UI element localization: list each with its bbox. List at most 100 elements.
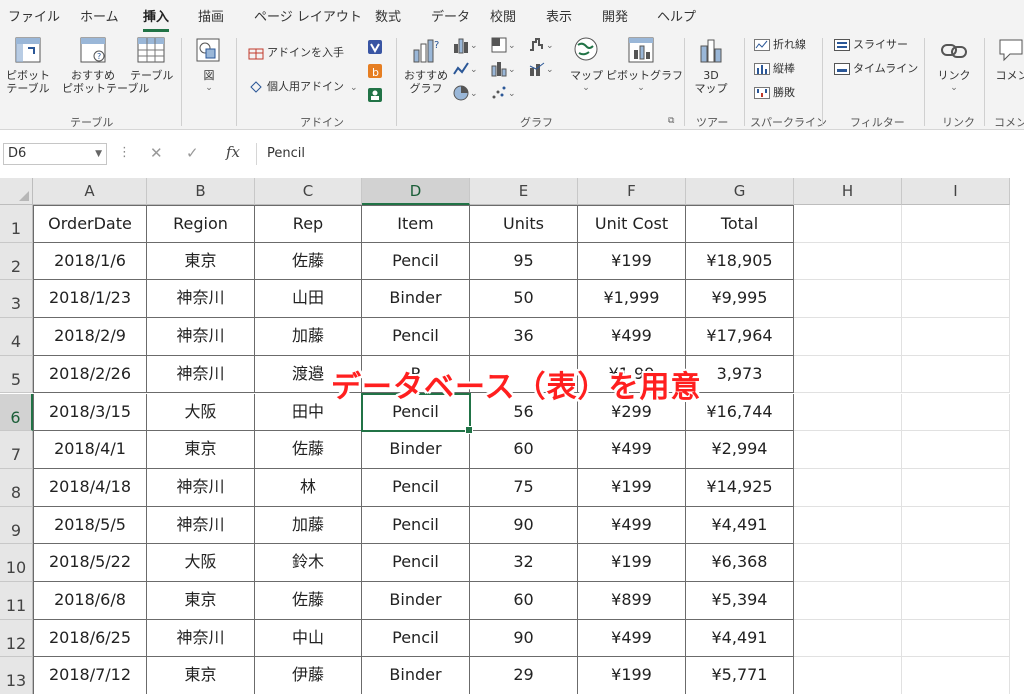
row-header-13[interactable]: 13 xyxy=(0,657,33,694)
cell-H8[interactable] xyxy=(794,468,902,507)
cell-A3[interactable]: 2018/1/23 xyxy=(33,280,147,319)
cell-B11[interactable]: 東京 xyxy=(147,582,255,620)
cell-I5[interactable] xyxy=(902,355,1010,394)
statistic-chart-icon[interactable]: ⌄ xyxy=(490,60,516,80)
column-header-B[interactable]: B xyxy=(147,178,255,205)
cell-G8[interactable]: ¥14,925 xyxy=(686,468,794,507)
column-header-C[interactable]: C xyxy=(255,178,362,205)
cell-C13[interactable]: 伊藤 xyxy=(255,657,362,694)
column-header-D[interactable]: D xyxy=(362,178,470,205)
cell-G10[interactable]: ¥6,368 xyxy=(686,544,794,582)
pie-chart-icon[interactable]: ⌄ xyxy=(452,84,478,104)
cell-H9[interactable] xyxy=(794,506,902,545)
visio-icon[interactable] xyxy=(366,38,392,58)
cell-D8[interactable]: Pencil xyxy=(362,468,470,507)
row-header-7[interactable]: 7 xyxy=(0,431,33,469)
cell-H2[interactable] xyxy=(794,242,902,281)
cell-E13[interactable]: 29 xyxy=(470,657,578,694)
row-header-11[interactable]: 11 xyxy=(0,582,33,620)
cell-F10[interactable]: ¥199 xyxy=(578,544,686,582)
tab-7[interactable]: 校閲 xyxy=(490,6,516,25)
sparkline-column-button[interactable]: 縦棒 xyxy=(754,60,795,78)
cell-B1[interactable]: Region xyxy=(147,205,255,243)
hierarchy-chart-icon[interactable]: ⌄ xyxy=(490,36,516,56)
cell-G13[interactable]: ¥5,771 xyxy=(686,657,794,694)
people-graph-icon[interactable] xyxy=(366,86,392,106)
name-box-dropdown-icon[interactable]: ▼ xyxy=(95,144,102,164)
cell-C8[interactable]: 林 xyxy=(255,468,362,507)
cell-C2[interactable]: 佐藤 xyxy=(255,242,362,281)
tab-2[interactable]: 挿入 xyxy=(143,6,170,32)
recommended-charts-button[interactable]: ? おすすめ グラフ xyxy=(404,36,448,95)
cell-A2[interactable]: 2018/1/6 xyxy=(33,242,147,281)
cell-B2[interactable]: 東京 xyxy=(147,242,255,281)
column-chart-icon[interactable]: ⌄ xyxy=(452,36,478,56)
cell-E12[interactable]: 90 xyxy=(470,619,578,658)
cell-E8[interactable]: 75 xyxy=(470,468,578,507)
cell-D2[interactable]: Pencil xyxy=(362,242,470,281)
cell-E7[interactable]: 60 xyxy=(470,431,578,469)
slicer-button[interactable]: スライサー xyxy=(834,36,908,54)
cell-E3[interactable]: 50 xyxy=(470,280,578,319)
cell-C10[interactable]: 鈴木 xyxy=(255,544,362,582)
cell-I6[interactable] xyxy=(902,393,1010,432)
cell-C1[interactable]: Rep xyxy=(255,205,362,243)
cell-H1[interactable] xyxy=(794,205,902,243)
column-header-H[interactable]: H xyxy=(794,178,902,205)
cell-F11[interactable]: ¥899 xyxy=(578,582,686,620)
tab-4[interactable]: ページ レイアウト xyxy=(254,6,362,25)
cell-C12[interactable]: 中山 xyxy=(255,619,362,658)
row-header-1[interactable]: 1 xyxy=(0,205,33,243)
tab-9[interactable]: 開発 xyxy=(602,6,628,25)
map-chart-button[interactable]: マップ ⌄ xyxy=(570,36,603,95)
cell-E4[interactable]: 36 xyxy=(470,318,578,356)
recommended-pivot-button[interactable]: ? おすすめ ピボットテーブル xyxy=(62,36,149,95)
pivot-table-button[interactable]: ピボット テーブル xyxy=(6,36,50,95)
cell-B10[interactable]: 大阪 xyxy=(147,544,255,582)
column-header-I[interactable]: I xyxy=(902,178,1010,205)
cell-E2[interactable]: 95 xyxy=(470,242,578,281)
comment-button[interactable]: コメン xyxy=(992,36,1024,82)
tab-3[interactable]: 描画 xyxy=(198,6,224,25)
cell-G5[interactable]: 3,973 xyxy=(686,355,794,394)
cell-I4[interactable] xyxy=(902,318,1010,356)
cell-I8[interactable] xyxy=(902,468,1010,507)
cell-A6[interactable]: 2018/3/15 xyxy=(33,393,147,432)
cell-H13[interactable] xyxy=(794,657,902,694)
cell-B5[interactable]: 神奈川 xyxy=(147,355,255,394)
tab-1[interactable]: ホーム xyxy=(80,6,119,25)
cell-C4[interactable]: 加藤 xyxy=(255,318,362,356)
cell-G11[interactable]: ¥5,394 xyxy=(686,582,794,620)
cell-H6[interactable] xyxy=(794,393,902,432)
waterfall-chart-icon[interactable]: ⌄ xyxy=(528,36,554,56)
cell-G1[interactable]: Total xyxy=(686,205,794,243)
cell-A13[interactable]: 2018/7/12 xyxy=(33,657,147,694)
cell-A11[interactable]: 2018/6/8 xyxy=(33,582,147,620)
cell-D4[interactable]: Pencil xyxy=(362,318,470,356)
cell-C9[interactable]: 加藤 xyxy=(255,506,362,545)
cell-H10[interactable] xyxy=(794,544,902,582)
personal-addins-button[interactable]: 個人用アドイン ⌄ xyxy=(248,78,358,96)
cell-B7[interactable]: 東京 xyxy=(147,431,255,469)
cell-I2[interactable] xyxy=(902,242,1010,281)
cell-D3[interactable]: Binder xyxy=(362,280,470,319)
tab-10[interactable]: ヘルプ xyxy=(657,6,696,25)
timeline-button[interactable]: タイムライン xyxy=(834,60,918,78)
row-header-6[interactable]: 6 xyxy=(0,393,33,432)
cell-I9[interactable] xyxy=(902,506,1010,545)
cell-F9[interactable]: ¥499 xyxy=(578,506,686,545)
cell-H5[interactable] xyxy=(794,355,902,394)
formula-bar-grip-icon[interactable]: ⋮ xyxy=(118,145,131,160)
cell-F12[interactable]: ¥499 xyxy=(578,619,686,658)
sparkline-line-button[interactable]: 折れ線 xyxy=(754,36,806,54)
column-header-G[interactable]: G xyxy=(686,178,794,205)
cell-A10[interactable]: 2018/5/22 xyxy=(33,544,147,582)
cell-A4[interactable]: 2018/2/9 xyxy=(33,318,147,356)
tab-6[interactable]: データ xyxy=(431,6,470,25)
row-header-10[interactable]: 10 xyxy=(0,544,33,582)
cell-B8[interactable]: 神奈川 xyxy=(147,468,255,507)
cell-F3[interactable]: ¥1,999 xyxy=(578,280,686,319)
cell-G7[interactable]: ¥2,994 xyxy=(686,431,794,469)
cell-I3[interactable] xyxy=(902,280,1010,319)
cell-B3[interactable]: 神奈川 xyxy=(147,280,255,319)
